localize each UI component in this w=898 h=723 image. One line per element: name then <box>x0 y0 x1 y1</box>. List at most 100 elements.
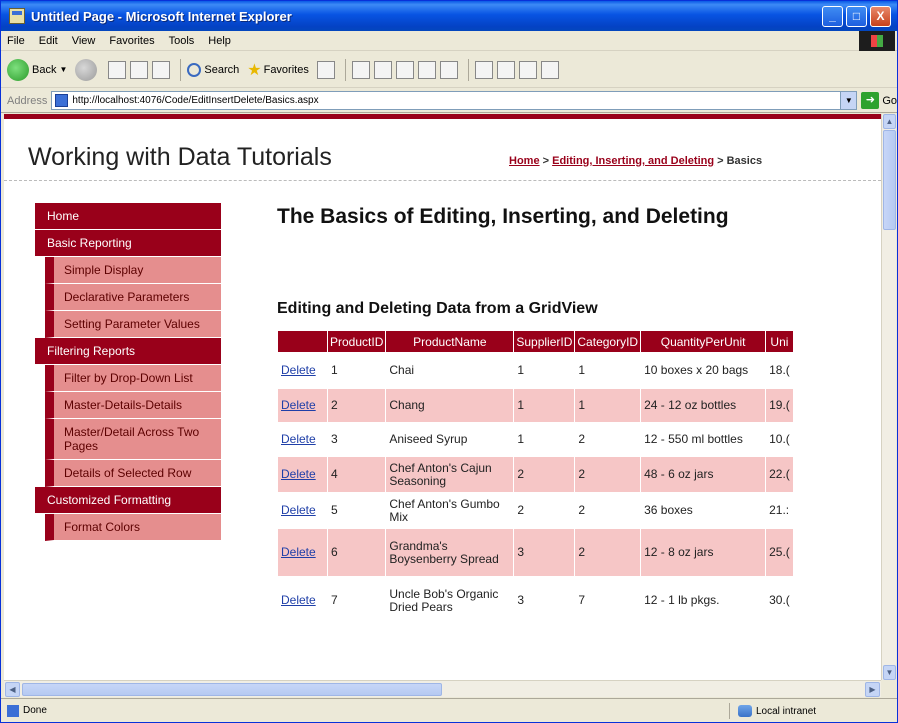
sidebar-item-declarative-parameters[interactable]: Declarative Parameters <box>45 284 221 311</box>
sidebar-item-simple-display[interactable]: Simple Display <box>45 257 221 284</box>
messenger-icon[interactable] <box>474 60 493 79</box>
sidebar-item-master-detail-across-two-pages[interactable]: Master/Detail Across Two Pages <box>45 419 221 460</box>
grid-header-quantityperunit[interactable]: QuantityPerUnit <box>640 330 767 353</box>
table-cell: 1 <box>326 352 387 389</box>
sidebar-item-basic-reporting[interactable]: Basic Reporting <box>35 230 221 257</box>
forward-button[interactable] <box>75 58 100 81</box>
maximize-button[interactable]: □ <box>846 5 867 27</box>
grid-delete-link[interactable]: Delete <box>281 545 316 559</box>
grid-delete-link[interactable]: Delete <box>281 593 316 607</box>
refresh-icon[interactable] <box>130 60 149 79</box>
search-icon <box>187 62 202 77</box>
vertical-scrollbar[interactable]: ▲ ▼ <box>881 114 896 680</box>
print-icon[interactable] <box>395 60 414 79</box>
search-button[interactable]: Search <box>187 62 239 77</box>
grid-header-unitprice[interactable]: Uni <box>765 330 794 353</box>
menu-edit[interactable]: Edit <box>39 35 58 47</box>
page-viewport: Working with Data Tutorials Home > Editi… <box>4 114 881 680</box>
menu-tools[interactable]: Tools <box>169 35 195 47</box>
table-row: Delete 1 Chai 1 1 10 boxes x 20 bags 18.( <box>277 352 794 389</box>
minimize-button[interactable]: _ <box>822 5 843 27</box>
sidebar-item-details-of-selected-row[interactable]: Details of Selected Row <box>45 460 221 487</box>
ie-app-icon <box>9 8 25 24</box>
table-row: Delete 4 Chef Anton's Cajun Seasoning 2 2 48 … <box>277 456 794 493</box>
cell-productid: 7 <box>331 593 338 607</box>
site-header: Working with Data Tutorials Home > Editi… <box>4 119 881 181</box>
back-button[interactable]: Back ▼ <box>7 58 67 81</box>
table-row: Delete 2 Chang 1 1 24 - 12 oz bottles 19.( <box>277 388 794 423</box>
table-cell: 10 boxes x 20 bags <box>640 352 767 389</box>
edit-icon[interactable] <box>417 60 436 79</box>
stop-icon[interactable] <box>108 60 127 79</box>
research-icon[interactable] <box>496 60 515 79</box>
table-cell: 1 <box>513 422 576 457</box>
breadcrumb-separator: > <box>539 155 553 167</box>
breadcrumb-section-link[interactable]: Editing, Inserting, and Deleting <box>552 155 714 167</box>
scroll-left-icon[interactable]: ◀ <box>5 682 20 697</box>
table-cell: 2 <box>574 492 642 529</box>
table-cell: 6 <box>326 528 387 577</box>
go-button[interactable]: ➜ Go <box>861 92 897 109</box>
sidebar-item-filter-by-drop-down-list[interactable]: Filter by Drop-Down List <box>45 365 221 392</box>
home-icon[interactable] <box>152 60 171 79</box>
sidebar-item-home[interactable]: Home <box>35 203 221 230</box>
menu-help[interactable]: Help <box>208 35 231 47</box>
table-cell: 12 - 1 lb pkgs. <box>640 576 767 625</box>
status-page-icon <box>7 704 19 717</box>
sidebar-item-filtering-reports[interactable]: Filtering Reports <box>35 338 221 365</box>
grid-header-productname[interactable]: ProductName <box>385 330 515 353</box>
menu-view[interactable]: View <box>72 35 96 47</box>
network-icon[interactable] <box>518 60 537 79</box>
horizontal-scrollbar[interactable]: ◀ ▶ <box>4 680 881 697</box>
address-input[interactable]: http://localhost:4076/Code/EditInsertDel… <box>51 91 858 110</box>
grid-header-supplierid[interactable]: SupplierID <box>513 330 576 353</box>
scroll-down-icon[interactable]: ▼ <box>883 665 896 680</box>
mail-icon[interactable] <box>373 60 392 79</box>
media-icon[interactable] <box>316 60 335 79</box>
table-cell: 25.( <box>765 528 794 577</box>
sidebar-nav: Home Basic Reporting Simple Display Declara… <box>35 203 221 541</box>
windows-logo-icon <box>859 31 895 51</box>
grid-delete-link[interactable]: Delete <box>281 363 316 377</box>
address-dropdown-icon[interactable]: ▼ <box>840 92 857 109</box>
sidebar-item-customized-formatting[interactable]: Customized Formatting <box>35 487 221 514</box>
vertical-scroll-thumb[interactable] <box>883 130 896 230</box>
cell-quantityperunit: 36 boxes <box>644 503 693 517</box>
close-button[interactable]: X <box>870 5 891 27</box>
cell-supplierid: 2 <box>517 467 525 481</box>
cell-productname: Chang <box>389 398 425 412</box>
address-bar: Address http://localhost:4076/Code/EditI… <box>1 89 897 113</box>
horizontal-scroll-thumb[interactable] <box>22 683 442 696</box>
sidebar-item-master-details-details[interactable]: Master-Details-Details <box>45 392 221 419</box>
menu-favorites[interactable]: Favorites <box>109 35 154 47</box>
go-label: Go <box>882 94 897 107</box>
address-url: http://localhost:4076/Code/EditInsertDel… <box>72 95 319 106</box>
table-cell: Delete <box>277 352 328 389</box>
table-cell: Delete <box>277 456 328 493</box>
status-text: Done <box>23 705 47 716</box>
table-cell: 2 <box>574 528 642 577</box>
grid-delete-link[interactable]: Delete <box>281 503 316 517</box>
scroll-up-icon[interactable]: ▲ <box>883 114 896 129</box>
breadcrumb-home-link[interactable]: Home <box>509 155 540 167</box>
folder-icon[interactable] <box>439 60 458 79</box>
sidebar-item-setting-parameter-values[interactable]: Setting Parameter Values <box>45 311 221 338</box>
menu-file[interactable]: File <box>7 35 25 47</box>
scroll-right-icon[interactable]: ▶ <box>865 682 880 697</box>
cell-supplierid: 1 <box>517 398 525 412</box>
grid-delete-link[interactable]: Delete <box>281 432 316 446</box>
grid-delete-link[interactable]: Delete <box>281 398 316 412</box>
favorites-button[interactable]: ★ Favorites <box>247 60 309 80</box>
sidebar-item-format-colors[interactable]: Format Colors <box>45 514 221 541</box>
cell-productname: Aniseed Syrup <box>389 432 468 446</box>
history-icon[interactable] <box>351 60 370 79</box>
grid-delete-link[interactable]: Delete <box>281 467 316 481</box>
table-row: Delete 5 Chef Anton's Gumbo Mix 2 2 36 boxes 2… <box>277 492 794 529</box>
grid-header-productid[interactable]: ProductID <box>326 330 387 353</box>
grid-header-categoryid[interactable]: CategoryID <box>574 330 642 353</box>
back-dropdown-icon[interactable]: ▼ <box>59 65 67 74</box>
table-cell: Chef Anton's Cajun Seasoning <box>385 456 515 493</box>
cell-supplierid: 1 <box>517 432 525 446</box>
table-cell: 19.( <box>765 388 794 423</box>
tools-icon[interactable] <box>540 60 559 79</box>
